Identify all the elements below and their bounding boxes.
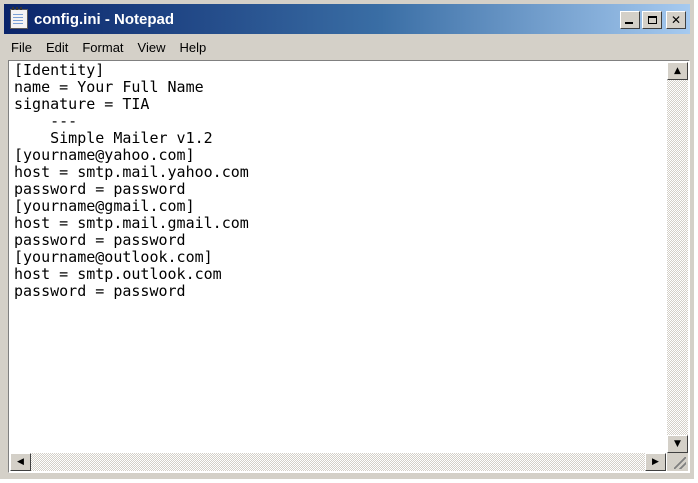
window-title: config.ini - Notepad (34, 10, 174, 28)
scroll-down-button[interactable]: ▼ (667, 435, 688, 453)
scroll-left-button[interactable]: ◀ (10, 453, 31, 471)
menu-file[interactable]: File (4, 40, 39, 55)
minimize-icon (625, 22, 633, 24)
editor-frame: [Identity] name = Your Full Name signatu… (8, 60, 690, 473)
scroll-up-button[interactable]: ▲ (667, 62, 688, 80)
close-button[interactable]: ✕ (666, 11, 686, 29)
maximize-button[interactable] (642, 11, 662, 29)
arrow-right-icon: ▶ (652, 457, 659, 467)
menu-view[interactable]: View (131, 40, 173, 55)
vertical-scrollbar[interactable]: ▲ ▼ (667, 62, 688, 453)
scroll-right-button[interactable]: ▶ (645, 453, 666, 471)
resize-grip-icon[interactable] (674, 457, 686, 469)
menu-edit[interactable]: Edit (39, 40, 75, 55)
horizontal-scrollbar[interactable]: ◀ ▶ (10, 453, 666, 471)
minimize-button[interactable] (620, 11, 640, 29)
text-editor[interactable]: [Identity] name = Your Full Name signatu… (10, 62, 666, 453)
menu-help[interactable]: Help (172, 40, 213, 55)
editor-content[interactable]: [Identity] name = Your Full Name signatu… (10, 62, 666, 300)
notepad-icon[interactable] (10, 7, 28, 29)
menu-bar: File Edit Format View Help (4, 36, 690, 58)
close-icon: ✕ (670, 13, 682, 27)
arrow-up-icon: ▲ (674, 66, 681, 76)
arrow-left-icon: ◀ (17, 457, 24, 467)
maximize-icon (647, 16, 657, 24)
resize-corner[interactable] (667, 453, 688, 471)
title-bar[interactable]: config.ini - Notepad ✕ (4, 4, 690, 34)
notepad-window: config.ini - Notepad ✕ File Edit Format … (0, 0, 694, 479)
arrow-down-icon: ▼ (674, 439, 681, 449)
menu-format[interactable]: Format (75, 40, 130, 55)
window-controls: ✕ (620, 11, 686, 29)
